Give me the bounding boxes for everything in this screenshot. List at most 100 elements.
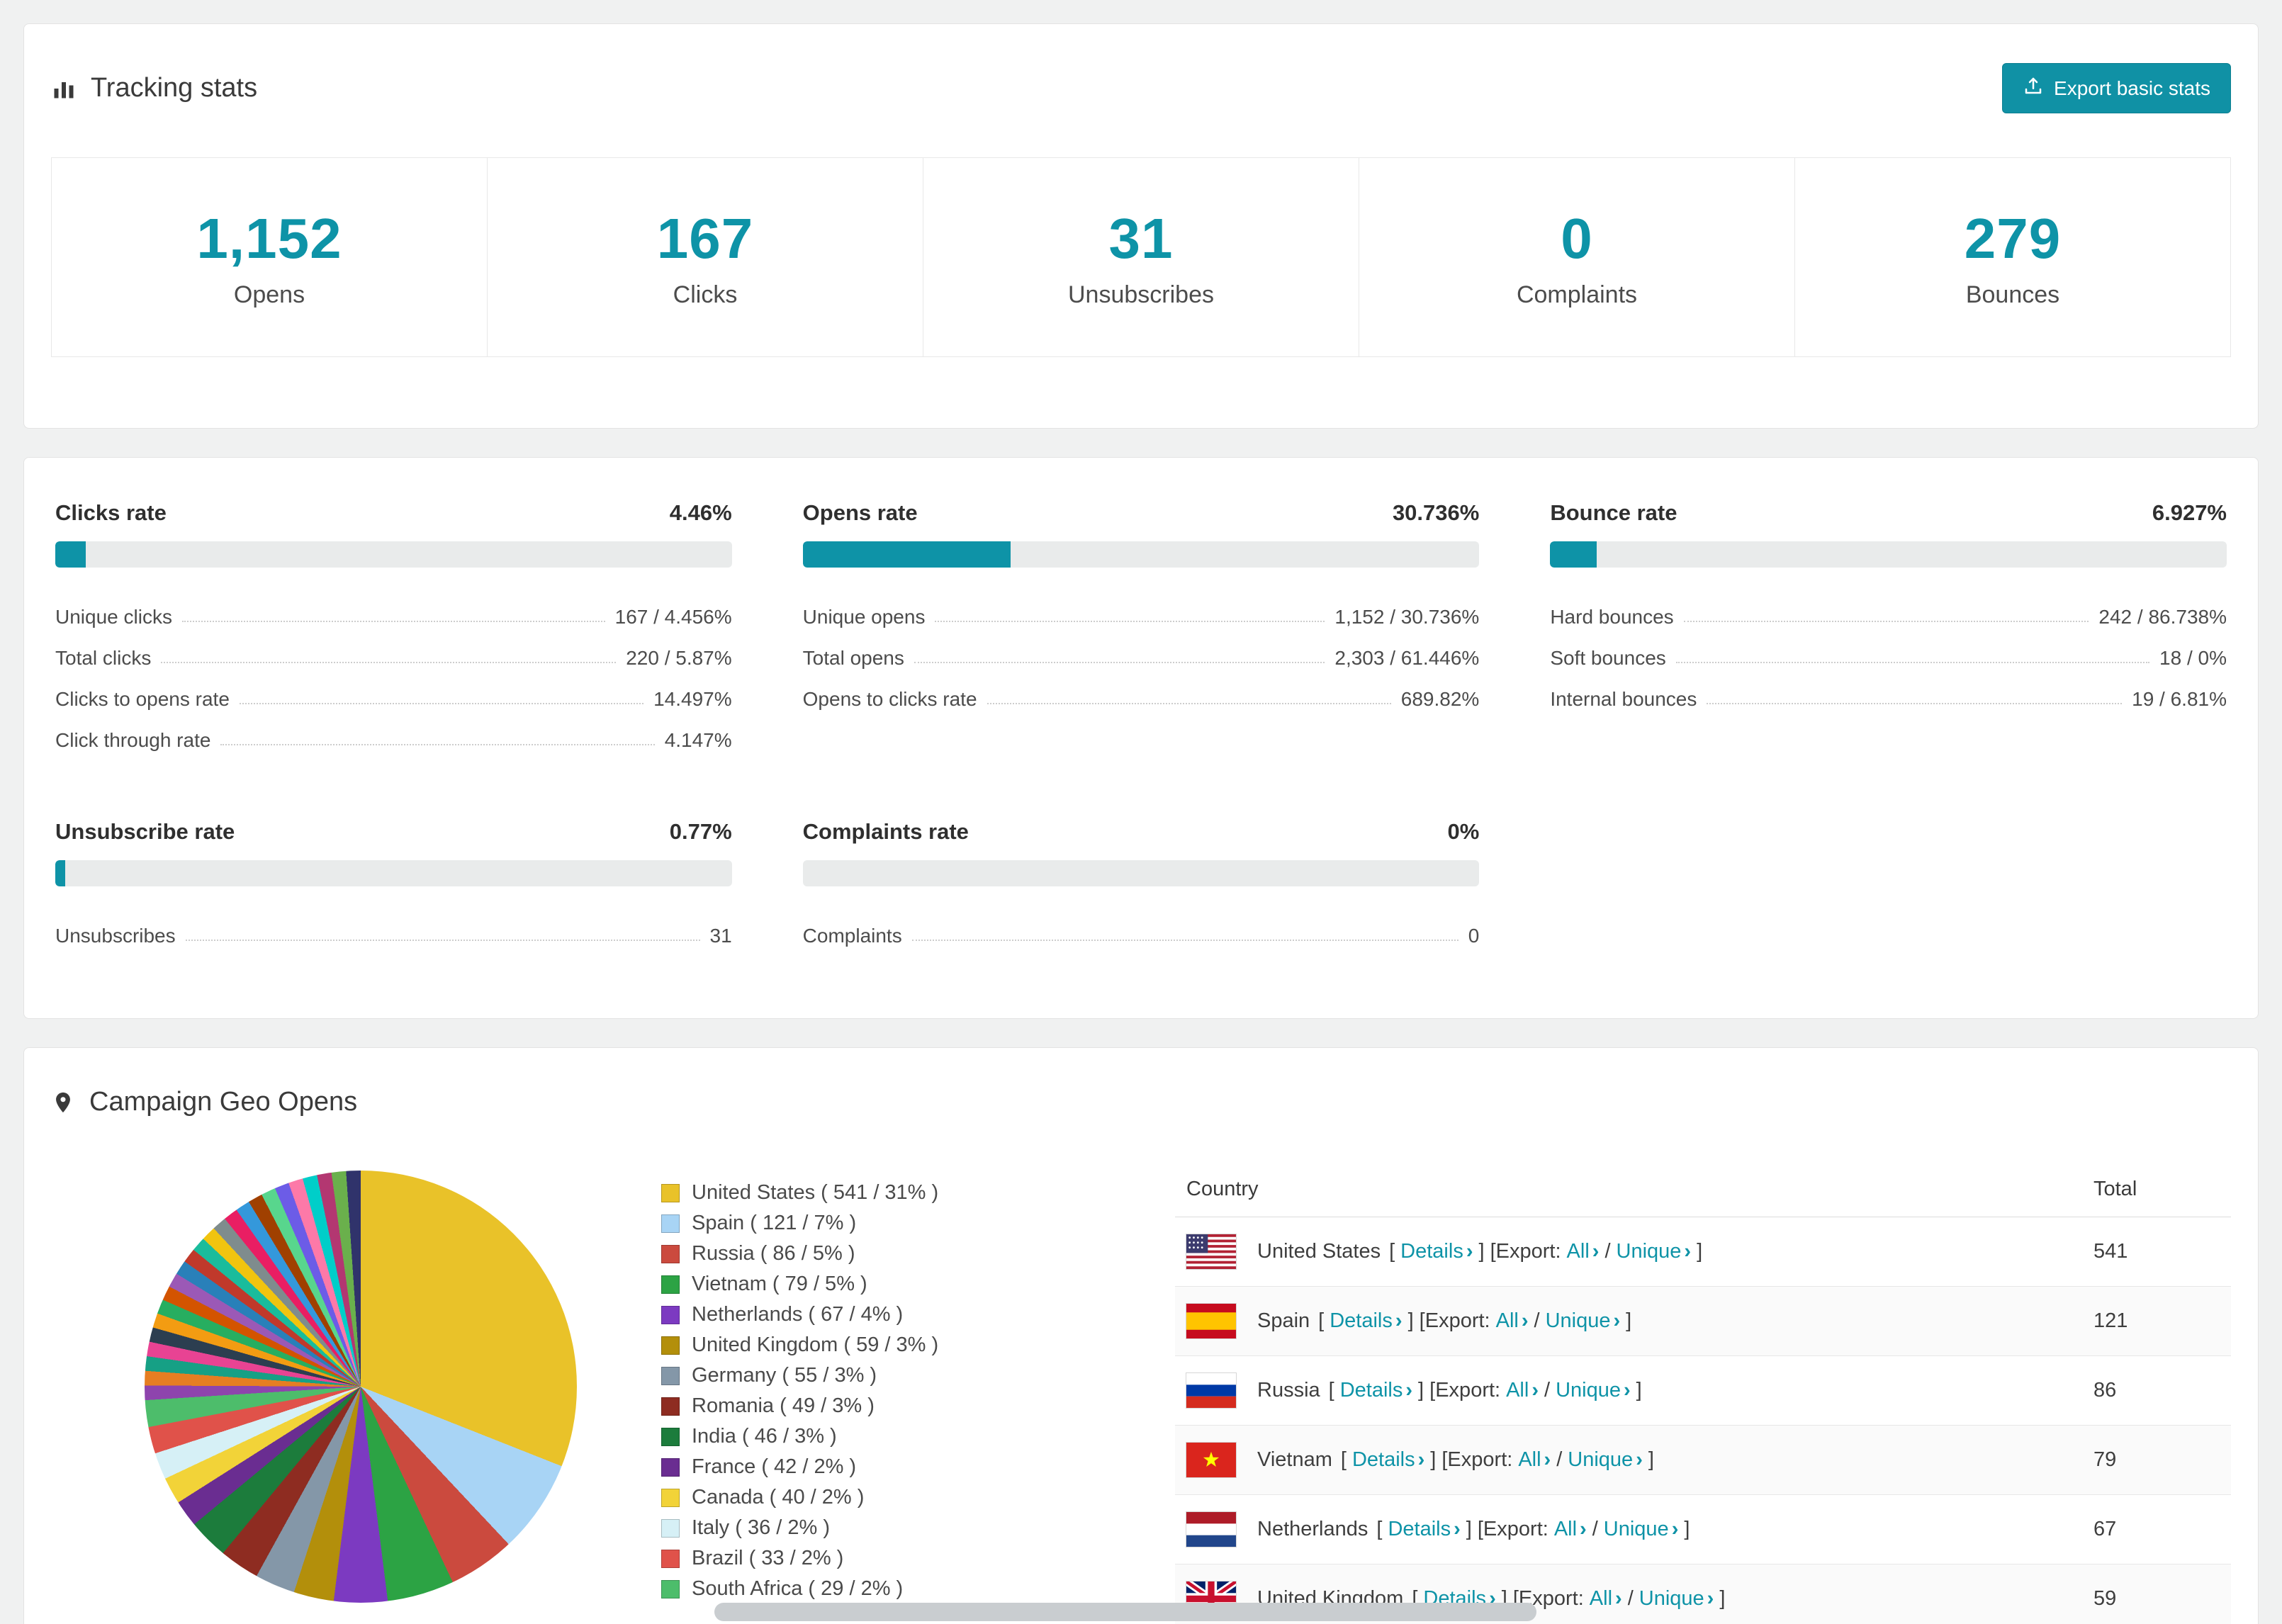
export-unique-link[interactable]: Unique › (1617, 1240, 1692, 1263)
export-basic-stats-button[interactable]: Export basic stats (2002, 63, 2231, 113)
legend-item: Vietnam ( 79 / 5% ) (661, 1269, 1016, 1299)
stat-label: Bounces (1965, 281, 2060, 308)
details-link[interactable]: Details › (1340, 1379, 1412, 1402)
rate-row-label: Unique clicks (55, 606, 172, 628)
export-all-link[interactable]: All › (1567, 1240, 1600, 1263)
rate-progress-fill (802, 541, 1011, 568)
rate-row-value: 1,152 / 30.736% (1334, 606, 1480, 628)
country-cell-content: Russia [Details ›] [Export: All › / Unique ›] (1186, 1372, 2071, 1409)
legend-swatch (661, 1244, 680, 1263)
rate-head: Bounce rate 6.927% (1550, 500, 2227, 526)
chevron-right-icon: › (1466, 1240, 1473, 1263)
geo-table-row: Spain [Details ›] [Export: All › / Unique ›] 121 (1175, 1286, 2231, 1356)
details-link[interactable]: Details › (1388, 1518, 1460, 1541)
geo-table-header-row: Country Total (1175, 1162, 2231, 1217)
chevron-right-icon: › (1684, 1240, 1692, 1263)
stat-label: Unsubscribes (1068, 281, 1214, 308)
legend-label: Germany ( 55 / 3% ) (692, 1364, 877, 1387)
geo-table-row: United States [Details ›] [Export: All › / Uni… (1175, 1217, 2231, 1287)
export-unique-link[interactable]: Unique › (1568, 1448, 1643, 1472)
rate-rows: Unique clicks 167 / 4.456% Total clicks 220… (55, 587, 732, 752)
rate-value: 4.46% (669, 500, 732, 525)
stat-value: 167 (656, 206, 754, 270)
export-button-label: Export basic stats (2054, 77, 2210, 99)
country-cell-content: United States [Details ›] [Export: All › / Uni… (1186, 1234, 2071, 1270)
rate-row-label: Click through rate (55, 729, 211, 751)
tracking-stats-card: Tracking stats Export basic stats 1,152 O… (23, 23, 2259, 429)
rate-row: Click through rate 4.147% (55, 711, 732, 752)
legend-swatch (661, 1183, 680, 1202)
legend-swatch (661, 1488, 680, 1507)
bar-chart-icon (51, 76, 77, 101)
rate-row-label: Unique opens (802, 606, 926, 628)
export-label-text: ] [Export: (1466, 1518, 1548, 1540)
export-all-link[interactable]: All › (1518, 1448, 1551, 1472)
country-links: [Details ›] [Export: All › / Unique ›] (1341, 1448, 1654, 1472)
rate-row-label: Total opens (802, 647, 904, 669)
geo-pie-legend: United States ( 541 / 31% ) Spain ( 121 /… (661, 1178, 1016, 1604)
chevron-right-icon: › (1623, 1379, 1631, 1402)
map-pin-icon (51, 1090, 75, 1115)
export-label-text: ] [Export: (1418, 1379, 1501, 1402)
chevron-right-icon: › (1521, 1309, 1529, 1332)
details-link[interactable]: Details › (1352, 1448, 1424, 1472)
details-link[interactable]: Details › (1330, 1309, 1402, 1333)
rate-title: Unsubscribe rate (55, 819, 235, 844)
horizontal-scrollbar-thumb[interactable] (714, 1603, 1536, 1621)
country-cell: Russia [Details ›] [Export: All › / Unique ›] (1175, 1355, 2082, 1426)
rate-progress-fill (55, 860, 65, 886)
rate-rows: Unsubscribes 31 (55, 906, 732, 947)
rate-block: Complaints rate 0% Complaints 0 (802, 819, 1480, 947)
export-unique-link[interactable]: Unique › (1604, 1518, 1679, 1541)
dotted-leader (1683, 621, 2089, 622)
page: Tracking stats Export basic stats 1,152 O… (0, 0, 2282, 1624)
export-all-link[interactable]: All › (1496, 1309, 1529, 1333)
export-unique-link[interactable]: Unique › (1556, 1379, 1631, 1402)
export-label-text: ] [Export: (1478, 1240, 1561, 1263)
rate-row-label: Total clicks (55, 647, 152, 669)
export-unique-link[interactable]: Unique › (1639, 1587, 1714, 1611)
rate-row: Unique opens 1,152 / 30.736% (803, 587, 1480, 628)
geo-table-wrap: Country Total United States[Details ›] [E… (1175, 1162, 2231, 1624)
dotted-leader (1675, 662, 2150, 663)
dotted-leader (161, 662, 617, 663)
stat-label: Opens (233, 281, 305, 308)
rate-row-value: 4.147% (664, 729, 732, 751)
slash-text: / (1534, 1309, 1540, 1332)
legend-swatch (661, 1275, 680, 1294)
rate-row-label: Hard bounces (1550, 606, 1674, 628)
rate-row: Hard bounces 242 / 86.738% (1550, 587, 2227, 628)
chevron-right-icon: › (1544, 1448, 1551, 1471)
export-all-link[interactable]: All › (1590, 1587, 1622, 1611)
chevron-right-icon: › (1531, 1379, 1539, 1402)
legend-label: France ( 42 / 2% ) (692, 1455, 857, 1478)
country-name: Netherlands (1257, 1518, 1368, 1540)
country-cell-content: Spain [Details ›] [Export: All › / Unique ›] (1186, 1303, 2071, 1339)
country-cell-content: Vietnam [Details ›] [Export: All › / Unique ›] (1186, 1442, 2071, 1478)
country-cell: Netherlands [Details ›] [Export: All › / Uniqu… (1175, 1494, 2082, 1564)
country-links: [Details ›] [Export: All › / Unique ›] (1318, 1309, 1631, 1333)
rate-row-value: 31 (709, 925, 732, 947)
details-link[interactable]: Details › (1400, 1240, 1473, 1263)
geo-table-row: Vietnam [Details ›] [Export: All › / Unique ›] 7… (1175, 1425, 2231, 1495)
rate-value: 0.77% (669, 819, 732, 844)
legend-label: Russia ( 86 / 5% ) (692, 1242, 855, 1265)
stat-box: 279 Bounces (1794, 157, 2231, 357)
export-all-link[interactable]: All › (1554, 1518, 1587, 1541)
rate-row: Complaints 0 (803, 906, 1480, 947)
export-unique-link[interactable]: Unique › (1546, 1309, 1621, 1333)
rate-row-value: 18 / 0% (2159, 647, 2227, 669)
bracket-text: [ (1340, 1448, 1347, 1471)
country-cell: Vietnam [Details ›] [Export: All › / Unique ›] (1175, 1425, 2082, 1495)
rate-title: Complaints rate (802, 819, 969, 844)
legend-item: Romania ( 49 / 3% ) (661, 1391, 1016, 1421)
chevron-right-icon: › (1615, 1587, 1622, 1610)
rate-row-label: Complaints (802, 925, 902, 947)
country-cell: Spain [Details ›] [Export: All › / Unique ›] (1175, 1286, 2082, 1356)
bracket-text: ] (1636, 1379, 1642, 1402)
export-all-link[interactable]: All › (1506, 1379, 1539, 1402)
geo-table-row: Russia [Details ›] [Export: All › / Unique ›] 86 (1175, 1355, 2231, 1426)
chevron-right-icon: › (1395, 1309, 1403, 1332)
legend-swatch (661, 1305, 680, 1324)
bracket-text: ] (1648, 1448, 1654, 1471)
